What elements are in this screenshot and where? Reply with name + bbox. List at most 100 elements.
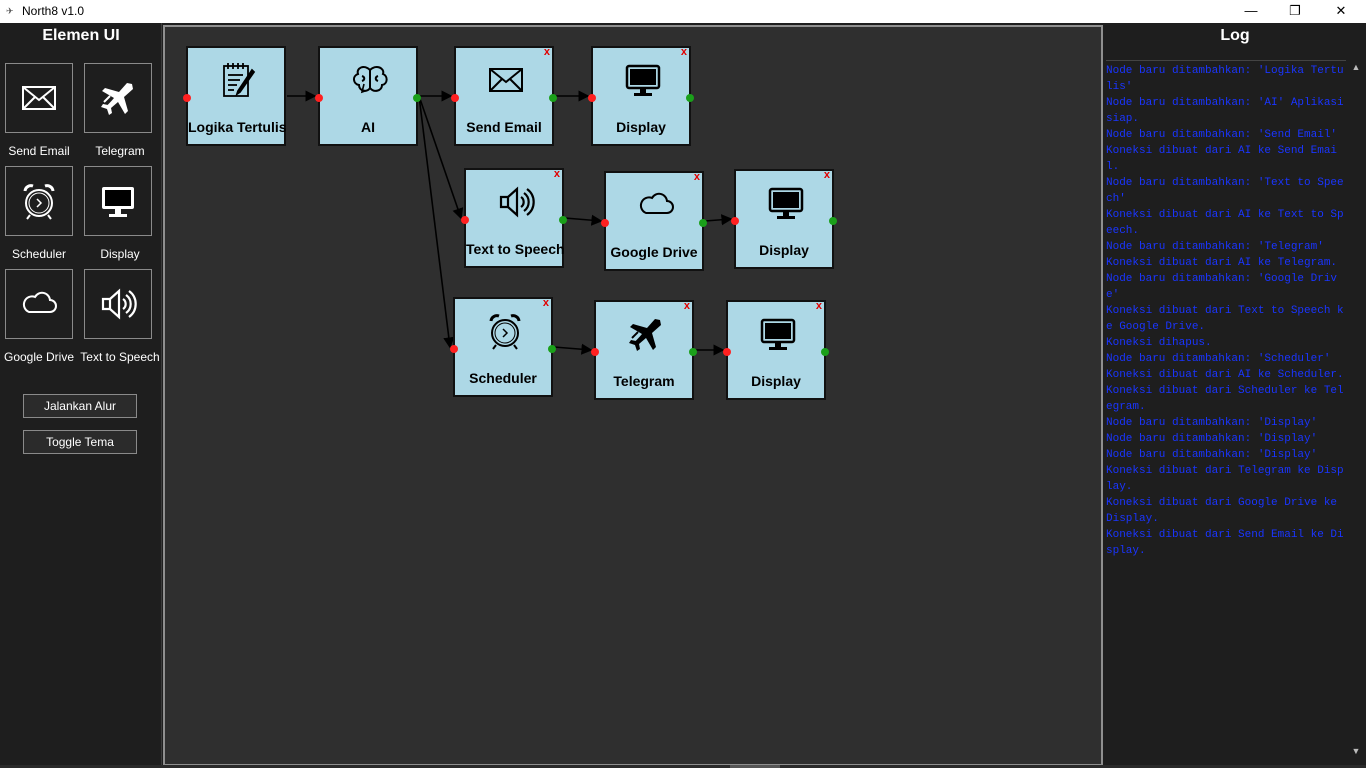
input-port[interactable] <box>591 348 599 356</box>
node-display-3[interactable]: x Display <box>723 300 829 400</box>
node-label: Scheduler <box>469 370 537 386</box>
input-port[interactable] <box>731 217 739 225</box>
scroll-down-icon[interactable]: ▼ <box>1350 746 1362 756</box>
palette-label-telegram: Telegram <box>95 144 145 158</box>
node-text-to-speech[interactable]: x Text to Speech <box>461 168 567 268</box>
log-line: Koneksi dibuat dari Send Email ke Displa… <box>1106 529 1344 557</box>
log-line: Koneksi dibuat dari Telegram ke Display. <box>1106 465 1344 493</box>
palette-heading: Elemen UI <box>42 27 120 44</box>
brain-icon <box>350 60 390 100</box>
node-label: AI <box>361 119 375 135</box>
remove-node-button[interactable]: x <box>694 171 700 183</box>
output-port[interactable] <box>559 216 567 224</box>
close-button[interactable]: ✕ <box>1318 0 1364 23</box>
output-port[interactable] <box>829 217 837 225</box>
output-port[interactable] <box>548 345 556 353</box>
node-label: Logika Tertulis <box>188 119 287 135</box>
palette-item-send-email[interactable] <box>5 63 73 133</box>
node-display-2[interactable]: x Display <box>731 169 837 269</box>
log-line: Node baru ditambahkan: 'Google Drive' <box>1106 273 1338 301</box>
palette-item-display[interactable] <box>84 166 152 236</box>
palette-label-scheduler: Scheduler <box>11 247 67 261</box>
connection-line[interactable] <box>704 214 733 226</box>
speaker-icon <box>496 182 536 222</box>
connection-line[interactable] <box>418 95 455 349</box>
log-line: Node baru ditambahkan: 'Display' <box>1106 433 1318 445</box>
input-port[interactable] <box>601 219 609 227</box>
node-display-1[interactable]: x Display <box>588 46 694 146</box>
log-line: Node baru ditambahkan: 'Text to Speech' <box>1106 177 1344 205</box>
input-port[interactable] <box>315 94 323 102</box>
output-port[interactable] <box>699 219 707 227</box>
flow-canvas[interactable]: Logika Tertulis AI x Send Email x Displa… <box>163 25 1103 766</box>
input-port[interactable] <box>450 345 458 353</box>
node-send-email[interactable]: x Send Email <box>451 46 557 146</box>
node-logika-tertulis[interactable]: Logika Tertulis <box>183 46 287 146</box>
output-port[interactable] <box>689 348 697 356</box>
node-ai[interactable]: AI <box>315 46 421 146</box>
cloud-icon <box>22 291 57 313</box>
node-telegram[interactable]: x Telegram <box>591 300 697 400</box>
output-port[interactable] <box>686 94 694 102</box>
palette-item-text-to-speech[interactable] <box>84 269 152 339</box>
toggle-theme-button[interactable]: Toggle Tema <box>23 430 137 454</box>
log-scrollbar[interactable]: ▲ ▼ <box>1346 60 1366 760</box>
input-port[interactable] <box>588 94 596 102</box>
palette-item-scheduler[interactable] <box>5 166 73 236</box>
remove-node-button[interactable]: x <box>544 46 550 58</box>
notepad-icon <box>218 60 258 100</box>
remove-node-button[interactable]: x <box>824 169 830 181</box>
minimize-button[interactable]: — <box>1228 0 1274 23</box>
log-line: Koneksi dibuat dari AI ke Telegram. <box>1106 257 1338 269</box>
airplane-icon <box>100 82 134 116</box>
input-port[interactable] <box>723 348 731 356</box>
input-port[interactable] <box>183 94 191 102</box>
monitor-icon <box>102 187 134 217</box>
node-google-drive[interactable]: x Google Drive <box>601 171 707 271</box>
palette-label-display: Display <box>100 247 140 261</box>
window-title: North8 v1.0 <box>22 4 85 18</box>
remove-node-button[interactable]: x <box>543 297 549 309</box>
log-line: Node baru ditambahkan: 'AI' Aplikasi sia… <box>1106 97 1344 125</box>
log-line: Koneksi dibuat dari AI ke Scheduler. <box>1106 369 1344 381</box>
remove-node-button[interactable]: x <box>554 168 560 180</box>
remove-node-button[interactable]: x <box>684 300 690 312</box>
scroll-up-icon[interactable]: ▲ <box>1350 62 1362 72</box>
log-line: Node baru ditambahkan: 'Scheduler' <box>1106 353 1331 365</box>
log-panel: Log Node baru ditambahkan: 'Logika Tertu… <box>1104 23 1366 768</box>
airplane-icon <box>626 314 666 354</box>
log-lines: Node baru ditambahkan: 'Logika Tertulis'… <box>1106 61 1350 559</box>
input-port[interactable] <box>461 216 469 224</box>
run-flow-button[interactable]: Jalankan Alur <box>23 394 137 418</box>
log-heading: Log <box>1220 27 1250 44</box>
log-textbox[interactable]: Node baru ditambahkan: 'Logika Tertulis'… <box>1106 60 1350 760</box>
log-line: Koneksi dibuat dari AI ke Send Email. <box>1106 145 1338 173</box>
title-bar: ✈ North8 v1.0 — ❐ ✕ <box>0 0 1366 23</box>
palette-label-google-drive: Google Drive <box>3 350 75 364</box>
maximize-button[interactable]: ❐ <box>1272 0 1318 23</box>
connection-line[interactable] <box>553 343 593 355</box>
output-port[interactable] <box>821 348 829 356</box>
output-port[interactable] <box>413 94 421 102</box>
palette-item-google-drive[interactable] <box>5 269 73 339</box>
palette-item-telegram[interactable] <box>84 63 152 133</box>
monitor-icon <box>623 60 663 100</box>
node-label: Google Drive <box>610 244 698 260</box>
remove-node-button[interactable]: x <box>816 300 822 312</box>
node-label: Display <box>751 373 801 389</box>
log-line: Node baru ditambahkan: 'Display' <box>1106 449 1318 461</box>
speaker-icon <box>101 289 137 319</box>
envelope-icon <box>486 60 526 100</box>
log-line: Node baru ditambahkan: 'Display' <box>1106 417 1318 429</box>
app-icon: ✈ <box>6 6 14 16</box>
alarm-clock-icon <box>485 311 525 351</box>
cloud-icon <box>636 185 676 225</box>
output-port[interactable] <box>549 94 557 102</box>
node-label: Telegram <box>613 373 675 389</box>
connection-line[interactable] <box>564 214 603 226</box>
log-line: Node baru ditambahkan: 'Logika Tertulis' <box>1106 65 1344 93</box>
input-port[interactable] <box>451 94 459 102</box>
remove-node-button[interactable]: x <box>681 46 687 58</box>
monitor-icon <box>766 183 806 223</box>
node-scheduler[interactable]: x Scheduler <box>450 297 556 397</box>
